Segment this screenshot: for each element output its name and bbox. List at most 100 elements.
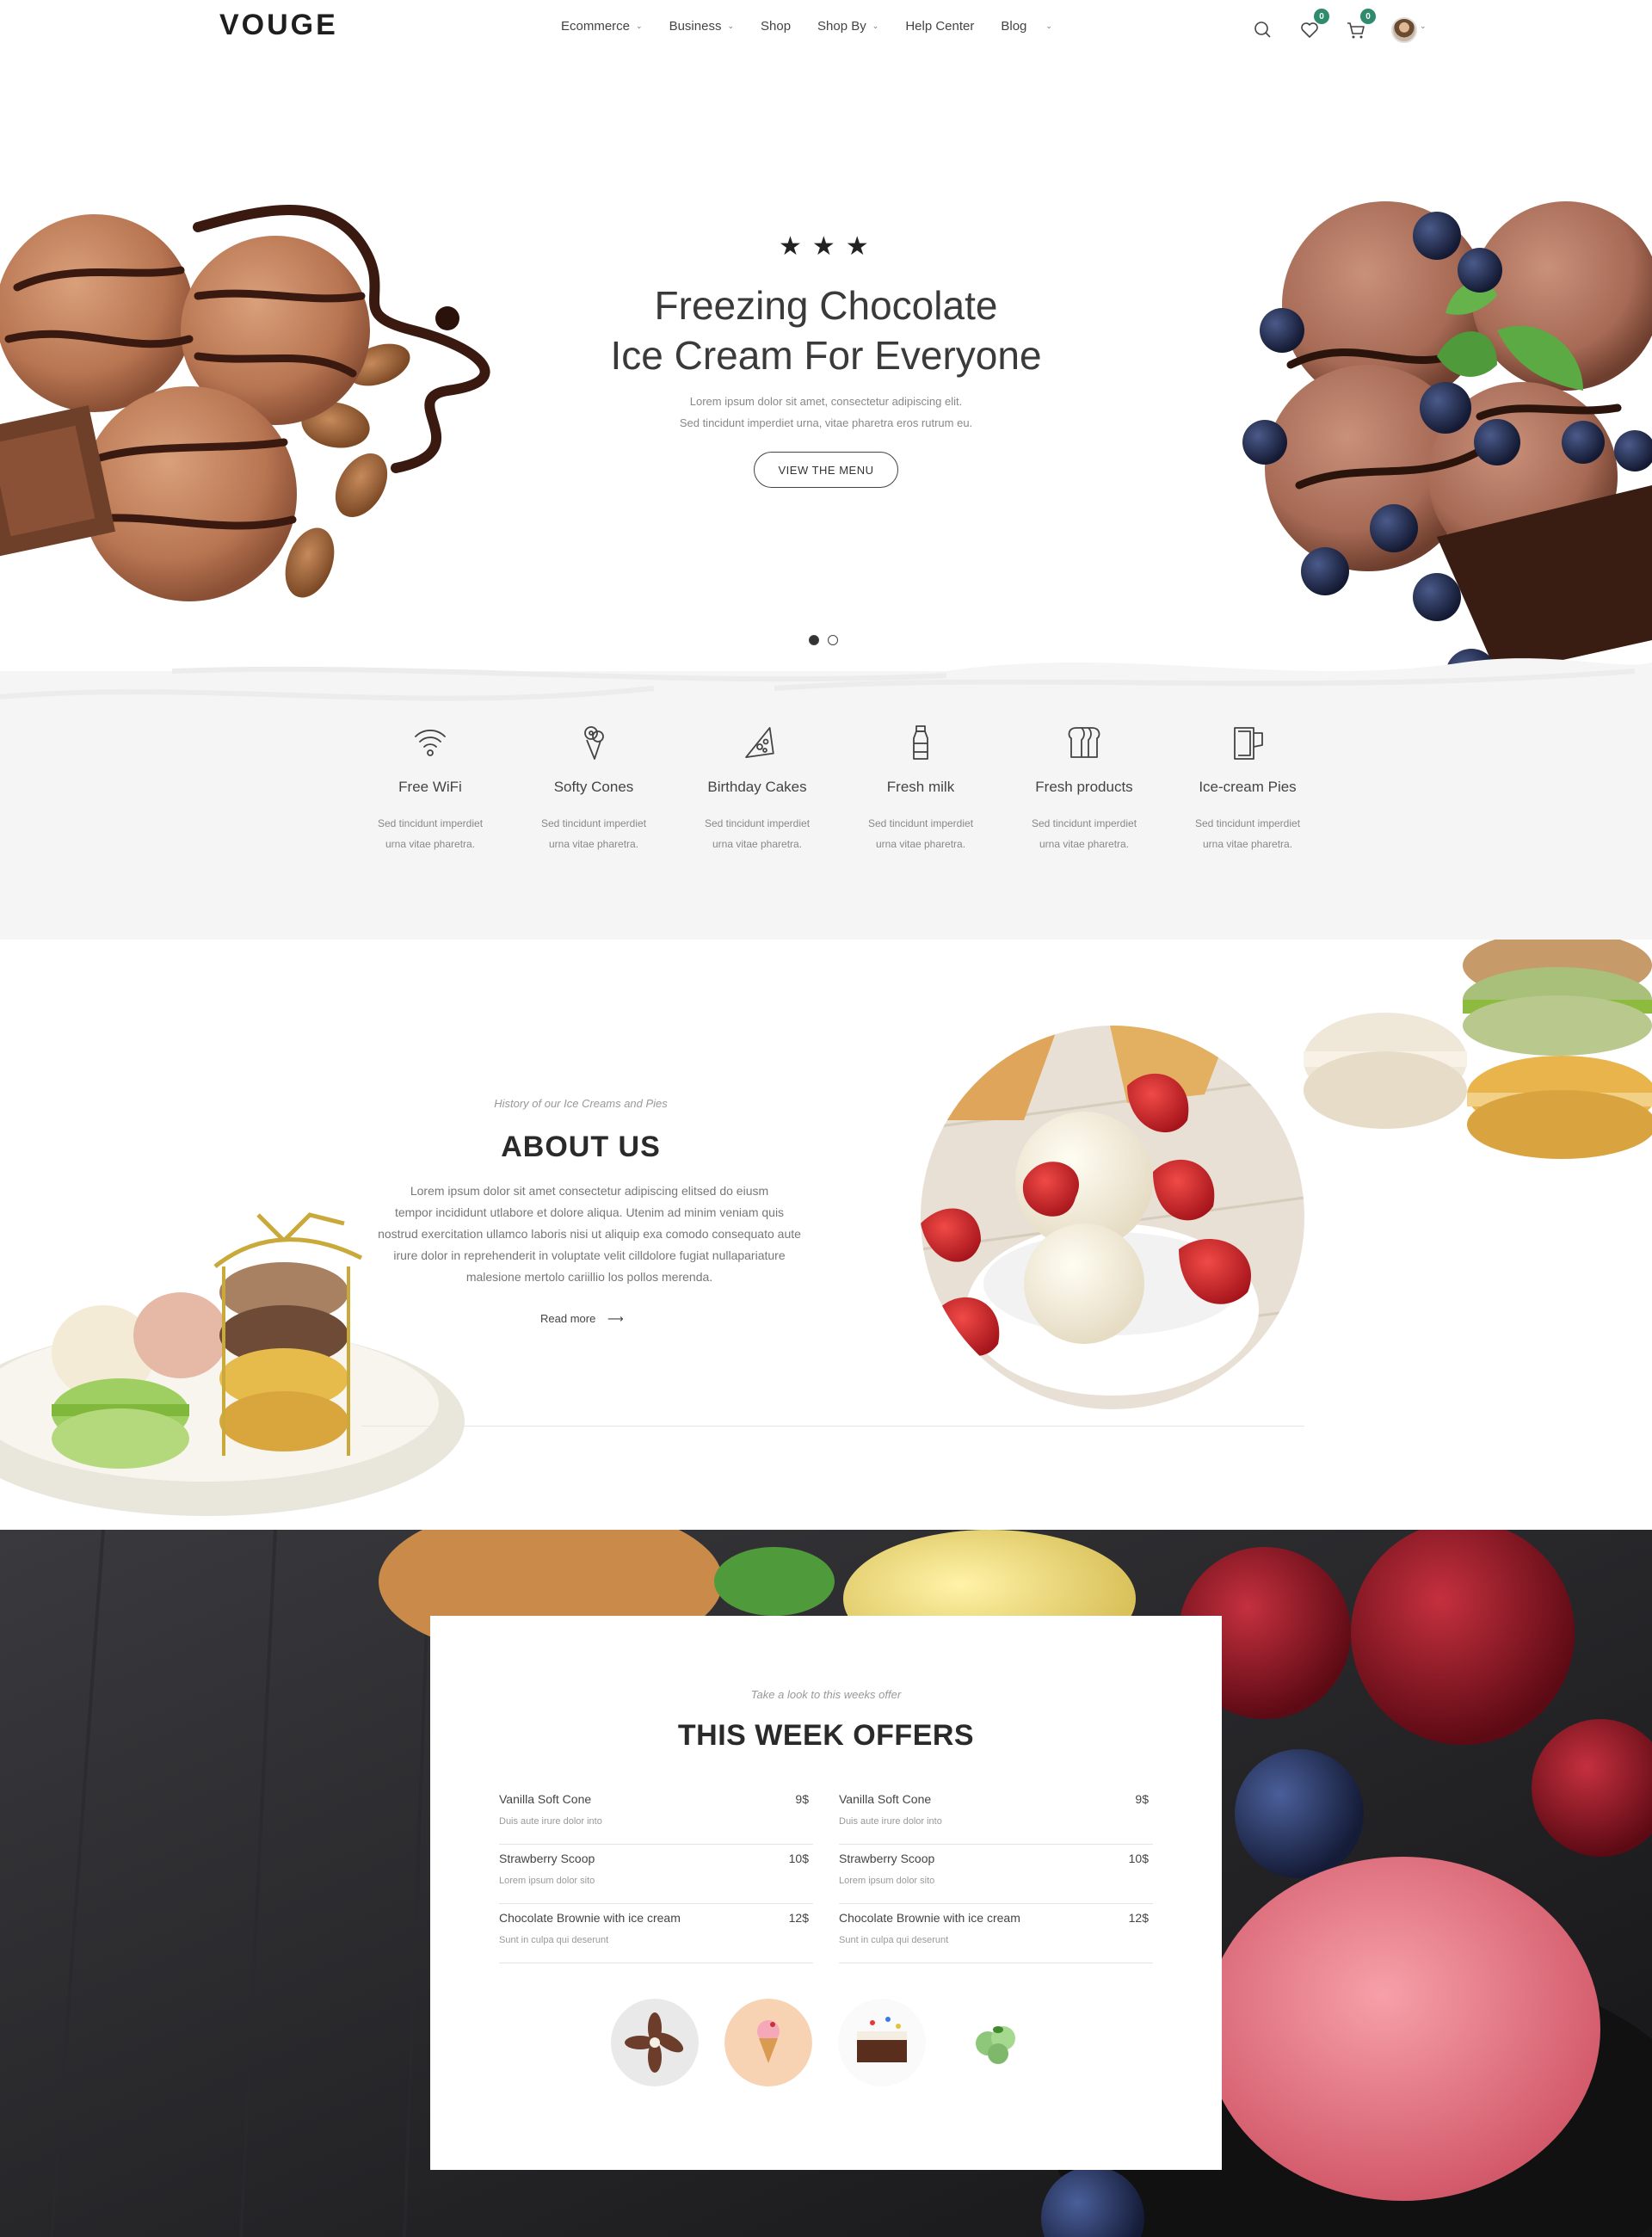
search-button[interactable] (1252, 19, 1274, 41)
feature-desc-line1: Sed tincidunt imperdiet (1194, 817, 1301, 829)
brownie-thumbnail[interactable] (838, 1999, 926, 2086)
feature-title: Fresh products (1035, 779, 1133, 795)
about-kicker: History of our Ice Creams and Pies (494, 1097, 668, 1110)
brownie-image (838, 1999, 926, 2086)
about-line4: irure dolor in reprehenderit in voluptat… (393, 1248, 786, 1262)
feature-desc: Sed tincidunt imperdiet urna vitae pharet… (856, 813, 985, 854)
menu-item-price: 12$ (788, 1911, 809, 1925)
nav-shop-by-label: Shop By (817, 19, 866, 34)
menu-item-desc: Lorem ipsum dolor sito (839, 1876, 935, 1886)
feature-list: Free WiFi Sed tincidunt imperdiet urna vi… (348, 723, 1329, 854)
about-line1: Lorem ipsum dolor sit amet consectetur a… (410, 1184, 769, 1198)
feature-desc-line2: urna vitae pharetra. (385, 838, 476, 850)
menu-item-price: 10$ (788, 1852, 809, 1865)
nav-help-center[interactable]: Help Center (905, 19, 974, 34)
about-section: History of our Ice Creams and Pies ABOUT… (0, 940, 1652, 1530)
feature-title: Free WiFi (398, 779, 462, 795)
menu-item[interactable]: Vanilla Soft Cone 9$ Duis aute irure dol… (839, 1785, 1153, 1845)
menu-item[interactable]: Vanilla Soft Cone 9$ Duis aute irure dol… (499, 1785, 813, 1845)
mint-ice-cream-image (952, 1999, 1039, 2086)
nav-business-label: Business (669, 19, 722, 34)
menu-item-desc: Sunt in culpa qui deserunt (839, 1935, 949, 1945)
site-header: VOUGE Ecommerce ⌄ Business ⌄ Shop Shop By ⌄… (0, 0, 1652, 55)
about-title: ABOUT US (501, 1131, 661, 1163)
feature-desc-line2: urna vitae pharetra. (548, 838, 639, 850)
feature-desc: Sed tincidunt imperdiet urna vitae pharet… (529, 813, 658, 854)
cart-button[interactable]: 0 (1345, 9, 1376, 41)
menu-item-price: 10$ (1128, 1852, 1149, 1865)
ice-cream-cone-thumbnail[interactable] (724, 1999, 812, 2086)
feature-desc-line1: Sed tincidunt imperdiet (1031, 817, 1137, 829)
nav-help-center-label: Help Center (905, 19, 975, 34)
macarons-stack-image (1304, 940, 1652, 1159)
user-avatar[interactable] (1391, 17, 1417, 43)
feature-item: Ice-cream Pies Sed tincidunt imperdiet ur… (1166, 723, 1329, 854)
feature-desc-line2: urna vitae pharetra. (1039, 838, 1130, 850)
nav-ecommerce[interactable]: Ecommerce ⌄ (561, 19, 643, 34)
feature-title: Softy Cones (553, 779, 634, 795)
menu-item-name: Vanilla Soft Cone (499, 1792, 592, 1806)
hero-slider: ★★★ Freezing Chocolate Ice Cream For Eve… (0, 55, 1652, 700)
offers-section: Take a look to this weeks offer THIS WEE… (0, 1530, 1652, 2237)
view-menu-button[interactable]: VIEW THE MENU (754, 452, 898, 488)
menu-item-desc: Duis aute irure dolor into (499, 1816, 602, 1827)
wishlist-count-badge: 0 (1314, 9, 1329, 24)
wishlist-button[interactable]: 0 (1298, 9, 1329, 41)
menu-item-name: Vanilla Soft Cone (839, 1792, 932, 1806)
offers-menu-right: Vanilla Soft Cone 9$ Duis aute irure dol… (839, 1785, 1153, 1963)
offers-card: Take a look to this weeks offer THIS WEE… (430, 1616, 1222, 2170)
nav-shop-by[interactable]: Shop By ⌄ (817, 19, 878, 34)
about-line2: tempor incididunt utlabore et dolore ali… (394, 1205, 785, 1219)
menu-item-price: 9$ (1135, 1792, 1149, 1806)
read-more-link[interactable]: Read more ⟶ (540, 1312, 624, 1326)
ice-cream-cone-image (724, 1999, 812, 2086)
menu-item-desc: Sunt in culpa qui deserunt (499, 1935, 609, 1945)
nav-shop[interactable]: Shop (761, 19, 791, 34)
feature-desc-line1: Sed tincidunt imperdiet (867, 817, 974, 829)
menu-item-price: 12$ (1128, 1911, 1149, 1925)
feature-desc: Sed tincidunt imperdiet urna vitae pharet… (693, 813, 822, 854)
feature-title: Fresh milk (886, 779, 955, 795)
nav-business[interactable]: Business ⌄ (669, 19, 734, 34)
feature-desc-line2: urna vitae pharetra. (875, 838, 966, 850)
hero-title: Freezing Chocolate Ice Cream For Everyon… (568, 280, 1084, 380)
hero-title-line1: Freezing Chocolate (654, 283, 998, 328)
nav-blog[interactable]: Blog ⌄ (1001, 19, 1052, 34)
menu-item[interactable]: Strawberry Scoop 10$ Lorem ipsum dolor s… (839, 1845, 1153, 1904)
chocolate-dessert-thumbnail[interactable] (611, 1999, 699, 2086)
read-more-label: Read more (540, 1312, 596, 1325)
offers-title: THIS WEEK OFFERS (677, 1719, 975, 1752)
rating-stars: ★★★ (779, 232, 879, 261)
menu-item[interactable]: Strawberry Scoop 10$ Lorem ipsum dolor s… (499, 1845, 813, 1904)
header-actions: 0 0 ⌄ (1252, 9, 1427, 43)
feature-title: Birthday Cakes (707, 779, 807, 795)
feature-item: Fresh products Sed tincidunt imperdiet ur… (1002, 723, 1166, 854)
site-logo[interactable]: VOUGE (219, 9, 338, 42)
chocolate-ice-cream-scoops-image (0, 205, 490, 601)
feature-title: Ice-cream Pies (1199, 779, 1297, 795)
offers-menu-left: Vanilla Soft Cone 9$ Duis aute irure dol… (499, 1785, 813, 1963)
bread-icon (1068, 727, 1100, 758)
ice-cream-cone-icon (584, 726, 604, 760)
main-nav: Ecommerce ⌄ Business ⌄ Shop Shop By ⌄ Help … (561, 19, 1079, 34)
hero-title-line2: Ice Cream For Everyone (610, 333, 1042, 378)
vanilla-ice-cream-strawberries-image (921, 1026, 1304, 1409)
menu-item-desc: Lorem ipsum dolor sito (499, 1876, 595, 1886)
feature-item: Free WiFi Sed tincidunt imperdiet urna vi… (348, 723, 512, 854)
menu-item[interactable]: Chocolate Brownie with ice cream 12$ Sun… (499, 1904, 813, 1963)
feature-desc-line2: urna vitae pharetra. (712, 838, 803, 850)
about-description: Lorem ipsum dolor sit amet consectetur a… (361, 1180, 817, 1288)
menu-item-name: Strawberry Scoop (839, 1852, 935, 1865)
chevron-down-icon[interactable]: ⌄ (1420, 22, 1427, 31)
milk-bottle-icon (913, 725, 928, 760)
menu-item-desc: Duis aute irure dolor into (839, 1816, 942, 1827)
menu-item[interactable]: Chocolate Brownie with ice cream 12$ Sun… (839, 1904, 1153, 1963)
feature-desc: Sed tincidunt imperdiet urna vitae pharet… (1183, 813, 1312, 854)
feature-desc: Sed tincidunt imperdiet urna vitae pharet… (1020, 813, 1149, 854)
feature-desc-line1: Sed tincidunt imperdiet (540, 817, 647, 829)
features-section: Free WiFi Sed tincidunt imperdiet urna vi… (0, 658, 1652, 940)
chevron-down-icon: ⌄ (727, 22, 734, 30)
mint-ice-cream-thumbnail[interactable] (952, 1999, 1039, 2086)
arrow-right-icon: ⟶ (607, 1312, 624, 1325)
chevron-down-icon: ⌄ (1045, 22, 1052, 30)
